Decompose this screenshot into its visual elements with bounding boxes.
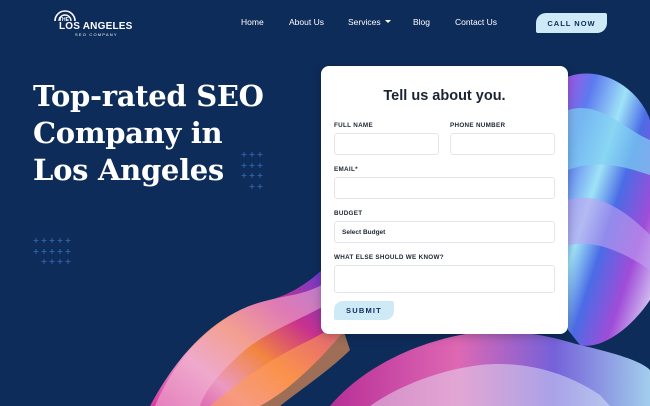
nav-services[interactable]: Services <box>348 17 391 27</box>
nav-blog[interactable]: Blog <box>413 17 430 27</box>
nav-about-us[interactable]: About Us <box>289 17 324 27</box>
site-logo[interactable]: THE LOS ANGELES SEO COMPANY <box>52 9 132 37</box>
nav-contact-us[interactable]: Contact Us <box>455 17 497 27</box>
phone-number-field[interactable] <box>450 133 555 155</box>
notes-label: WHAT ELSE SHOULD WE KNOW? <box>334 254 444 261</box>
notes-textarea[interactable] <box>334 265 555 293</box>
full-name-field[interactable] <box>334 133 439 155</box>
full-name-label: FULL NAME <box>334 122 373 129</box>
budget-label: BUDGET <box>334 210 363 217</box>
email-field[interactable] <box>334 177 555 199</box>
contact-form-card: Tell us about you. FULL NAME PHONE NUMBE… <box>321 66 568 334</box>
logo-tagline: SEO COMPANY <box>75 32 118 37</box>
nav-home[interactable]: Home <box>241 17 264 27</box>
submit-button[interactable]: SUBMIT <box>334 301 394 320</box>
phone-number-label: PHONE NUMBER <box>450 122 506 129</box>
plus-pattern-decoration: +++++ +++++ ++++ <box>32 236 72 266</box>
email-label: EMAIL* <box>334 166 358 173</box>
plus-pattern-decoration: +++ +++ +++ ++ <box>240 150 264 191</box>
hero-title-line: Company in <box>33 116 223 150</box>
top-navigation: THE LOS ANGELES SEO COMPANY Home About U… <box>0 0 650 46</box>
logo-name: LOS ANGELES <box>59 21 133 32</box>
hero-title-line: Top-rated SEO <box>33 79 264 113</box>
call-now-button[interactable]: CALL NOW <box>536 13 607 33</box>
budget-select[interactable]: Select Budget <box>334 221 555 243</box>
nav-services-label: Services <box>348 17 381 27</box>
chevron-down-icon <box>384 20 391 23</box>
form-title: Tell us about you. <box>383 88 506 104</box>
